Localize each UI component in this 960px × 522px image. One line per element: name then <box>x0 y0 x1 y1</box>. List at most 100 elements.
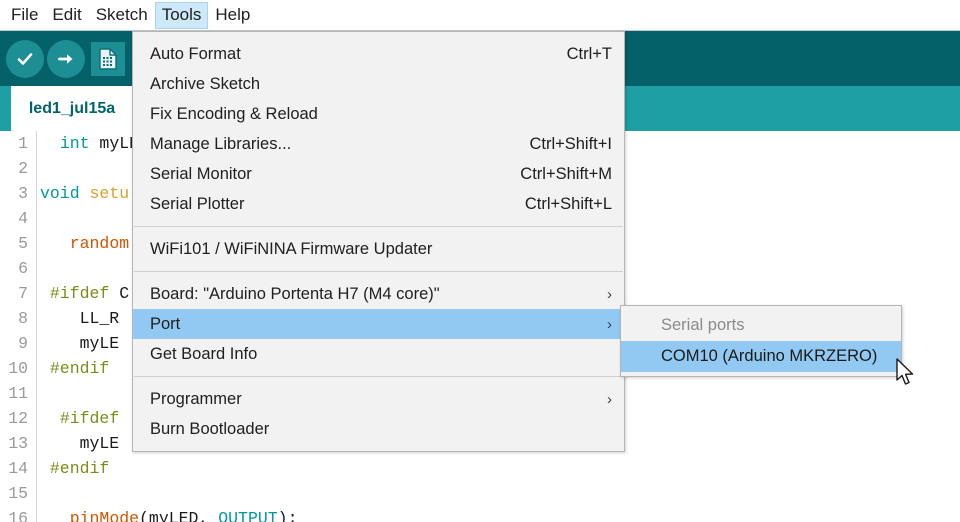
menubar-item-help[interactable]: Help <box>208 2 257 29</box>
menu-item-label: Get Board Info <box>150 344 258 363</box>
code-token: setu <box>89 184 130 203</box>
code-line-text: #endif <box>40 456 109 481</box>
menu-item-label: Burn Bootloader <box>150 419 270 438</box>
menu-item-burn-bootloader[interactable]: Burn Bootloader <box>133 414 624 444</box>
menu-item-shortcut: Ctrl+Shift+M <box>520 164 612 183</box>
code-line-text: void setu <box>40 181 129 206</box>
menu-item-fix-encoding-reload[interactable]: Fix Encoding & Reload <box>133 99 624 129</box>
line-number: 11 <box>8 384 28 403</box>
tools-dropdown-menu[interactable]: Auto Format Ctrl+T Archive Sketch Fix Encod… <box>132 31 625 452</box>
code-token: #endif <box>49 459 110 478</box>
code-token: void <box>40 184 80 203</box>
code-token: C <box>109 284 130 303</box>
arrow-right-icon <box>47 40 85 78</box>
submenu-item-com10-arduino-mkrzero[interactable]: COM10 (Arduino MKRZERO) <box>621 341 901 372</box>
line-number: 8 <box>18 309 28 328</box>
menubar-item-edit[interactable]: Edit <box>45 2 88 29</box>
line-number: 6 <box>18 259 28 278</box>
menu-separator <box>134 376 623 377</box>
code-line: 14 #endif <box>0 456 960 481</box>
menu-item-shortcut: Ctrl+T <box>566 44 612 63</box>
menu-item-wifi101-wifinina-firmware-updater[interactable]: WiFi101 / WiFiNINA Firmware Updater <box>133 234 624 264</box>
menu-item-label: Fix Encoding & Reload <box>150 104 318 123</box>
line-number: 2 <box>18 159 28 178</box>
menu-item-programmer[interactable]: Programmer › <box>133 384 624 414</box>
menu-item-label: Archive Sketch <box>150 74 261 93</box>
code-line-text: int myLE <box>40 131 139 156</box>
menubar-item-sketch[interactable]: Sketch <box>89 2 155 29</box>
code-token: random <box>69 234 130 253</box>
code-line: 16 pinMode(myLED, OUTPUT); <box>0 506 960 522</box>
code-token: (myLED, <box>139 509 219 522</box>
menu-item-label: WiFi101 / WiFiNINA Firmware Updater <box>150 239 433 258</box>
code-token: #endif <box>49 359 110 378</box>
menu-separator <box>134 226 623 227</box>
menu-item-label: Manage Libraries... <box>150 134 292 153</box>
code-token: myLE <box>40 334 120 353</box>
menu-bottom-padding <box>133 444 624 451</box>
line-number: 9 <box>18 334 28 353</box>
code-line-text: myLE <box>40 331 120 356</box>
menu-separator <box>134 271 623 272</box>
menubar-item-tools[interactable]: Tools <box>154 1 209 29</box>
code-token: ); <box>277 509 298 522</box>
code-token: myLE <box>40 434 120 453</box>
line-number: 16 <box>8 509 28 522</box>
menu-item-label: Programmer <box>150 389 242 408</box>
code-line-text: pinMode(myLED, OUTPUT); <box>40 506 298 522</box>
menu-item-serial-monitor[interactable]: Serial Monitor Ctrl+Shift+M <box>133 159 624 189</box>
new-sketch-button[interactable] <box>91 40 129 78</box>
menu-item-label: Auto Format <box>150 44 241 63</box>
check-icon <box>6 40 44 78</box>
line-number: 15 <box>8 484 28 503</box>
port-submenu[interactable]: Serial ports COM10 (Arduino MKRZERO) <box>620 305 902 377</box>
menu-item-archive-sketch[interactable]: Archive Sketch <box>133 69 624 99</box>
code-line-text: #ifdef C <box>40 281 129 306</box>
submenu-item-serial-ports: Serial ports <box>661 316 745 334</box>
menu-item-label: Board: "Arduino Portenta H7 (M4 core)" <box>150 284 440 303</box>
arduino-ide-window: File Edit Sketch Tools Help led1_jul15a … <box>0 0 960 522</box>
menu-item-manage-libraries[interactable]: Manage Libraries... Ctrl+Shift+I <box>133 129 624 159</box>
code-line-text: LL_R <box>40 306 120 331</box>
sketch-tab-label: led1_jul15a <box>28 99 116 117</box>
upload-button[interactable] <box>47 40 85 78</box>
menubar-item-file[interactable]: File <box>4 2 45 29</box>
code-token: LL_R <box>40 309 120 328</box>
code-token: #ifdef <box>59 409 120 428</box>
menu-item-label: Serial Monitor <box>150 164 252 183</box>
line-number: 7 <box>18 284 28 303</box>
menu-item-board-arduino-portenta-h7-m4-core[interactable]: Board: "Arduino Portenta H7 (M4 core)" › <box>133 279 624 309</box>
code-line-text: random <box>40 231 129 256</box>
code-line-text: myLE <box>40 431 120 456</box>
line-number: 5 <box>18 234 28 253</box>
menu-item-serial-plotter[interactable]: Serial Plotter Ctrl+Shift+L <box>133 189 624 219</box>
code-token: OUTPUT <box>218 509 278 522</box>
verify-button[interactable] <box>6 40 44 78</box>
line-number: 4 <box>18 209 28 228</box>
line-number: 14 <box>8 459 28 478</box>
chevron-right-icon: › <box>607 285 612 303</box>
menu-item-label: Serial Plotter <box>150 194 245 213</box>
menu-item-shortcut: Ctrl+Shift+L <box>524 194 612 213</box>
menu-item-label: Port <box>150 314 181 333</box>
chevron-right-icon: › <box>607 315 612 333</box>
code-line-text: #endif <box>40 356 109 381</box>
sketch-tab[interactable]: led1_jul15a <box>11 86 133 131</box>
code-token: #ifdef <box>49 284 110 303</box>
code-line-text: #ifdef <box>40 406 119 431</box>
menu-item-get-board-info[interactable]: Get Board Info <box>133 339 624 369</box>
menu-item-auto-format[interactable]: Auto Format Ctrl+T <box>133 39 624 69</box>
code-token: pinMode <box>69 509 140 522</box>
line-number: 1 <box>18 134 28 153</box>
line-number: 12 <box>8 409 28 428</box>
menu-item-port[interactable]: Port › <box>133 309 624 339</box>
menu-bar: File Edit Sketch Tools Help <box>0 0 960 31</box>
